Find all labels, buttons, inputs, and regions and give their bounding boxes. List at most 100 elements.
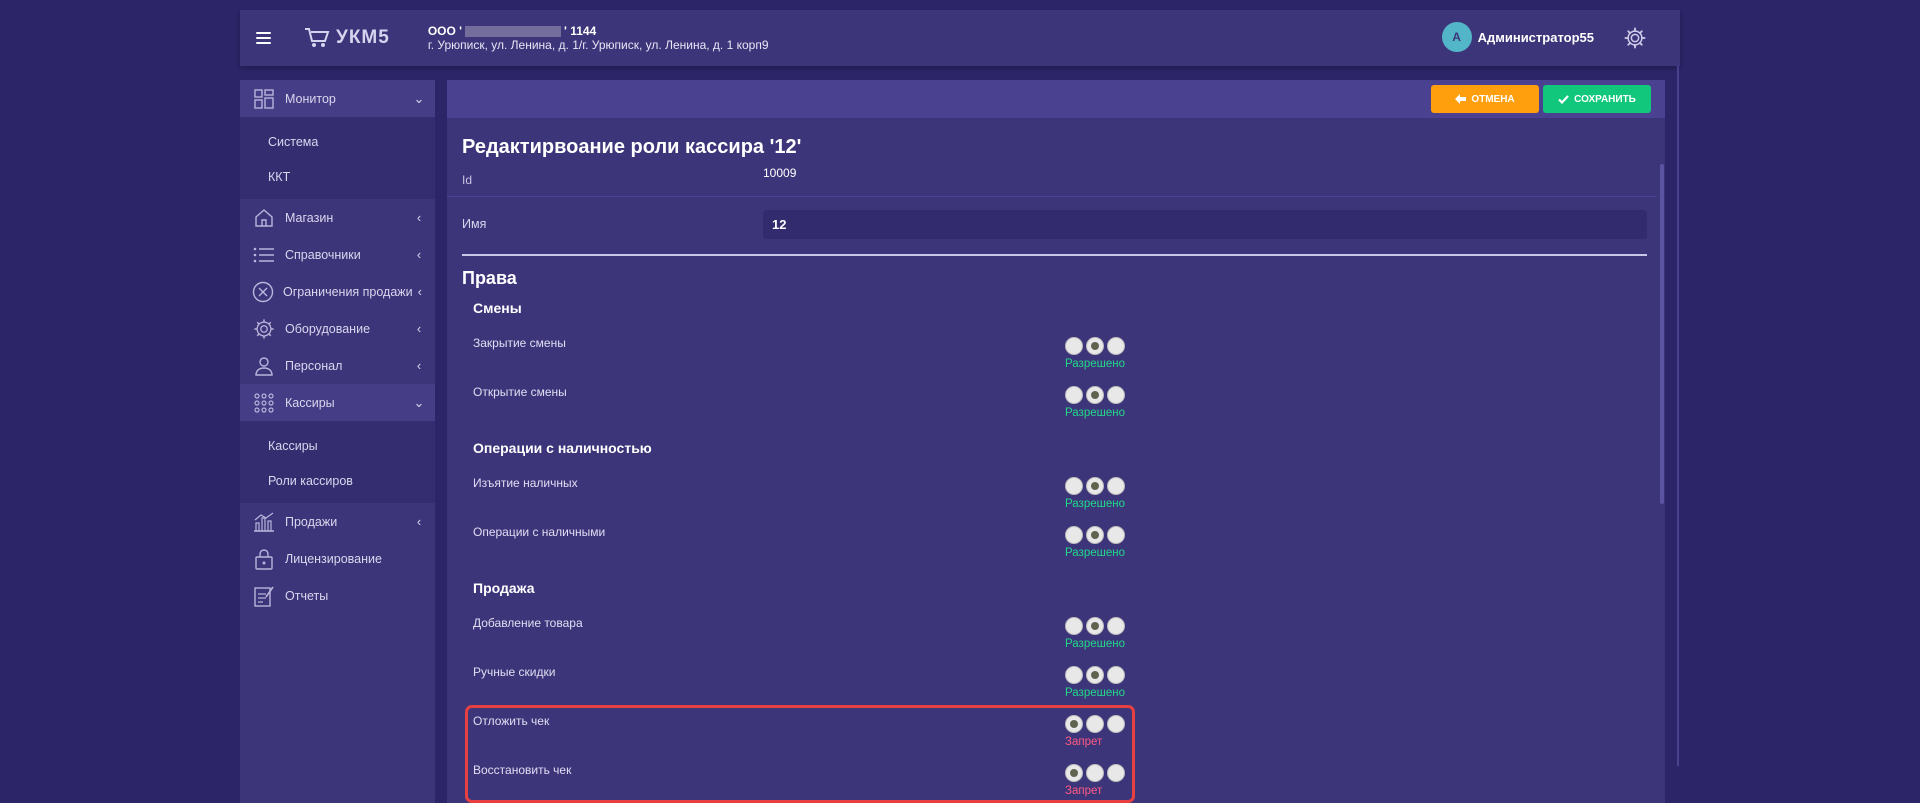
sidebar-item-references[interactable]: Справочники ‹ [240,236,435,273]
radio-option[interactable] [1086,715,1104,733]
radio-option[interactable] [1086,617,1104,635]
sidebar-item-label: Лицензирование [285,551,382,566]
sidebar-item-label: Персонал [285,358,343,373]
sidebar-item-monitor[interactable]: Монитор ⌄ [240,80,435,117]
monitor-submenu: Система ККТ [240,117,435,199]
radio-option[interactable] [1065,617,1083,635]
sidebar-subitem-kkt[interactable]: ККТ [268,170,290,184]
permission-radio-group [1065,477,1125,495]
chevron-down-icon: ⌄ [413,90,425,106]
permission-radio-group [1065,666,1125,684]
radio-option[interactable] [1107,477,1125,495]
settings-gear-icon[interactable] [1624,27,1646,49]
radio-option[interactable] [1065,666,1083,684]
id-label: Id [462,173,473,187]
radio-option[interactable] [1086,526,1104,544]
permission-radio-group [1065,764,1125,782]
organization-name: ООО ' ' 1144 [428,24,769,38]
avatar: А [1441,22,1472,52]
radio-option[interactable] [1086,764,1104,782]
divider [462,254,1647,256]
grid-icon [252,87,276,111]
logo[interactable]: УКМ5 [304,27,390,49]
rights-section-title: Права [462,268,517,288]
radio-option[interactable] [1107,526,1125,544]
scrollbar-thumb[interactable] [1660,164,1664,504]
user-menu[interactable]: А Администратор55 [1441,22,1594,52]
bar-chart-icon [252,510,276,534]
radio-option[interactable] [1107,764,1125,782]
permission-label: Восстановить чек [473,763,572,777]
radio-option[interactable] [1086,666,1104,684]
sidebar-item-equipment[interactable]: Оборудование ‹ [240,310,435,347]
radio-option[interactable] [1065,337,1083,355]
radio-option[interactable] [1107,337,1125,355]
page-edge-line [1677,66,1679,766]
sidebar-item-reports[interactable]: Отчеты [240,577,435,614]
radio-option[interactable] [1107,617,1125,635]
house-icon [252,206,276,230]
save-button-label: СОХРАНИТЬ [1574,93,1636,105]
radio-option[interactable] [1086,386,1104,404]
cancel-button[interactable]: ОТМЕНА [1431,85,1539,113]
permission-status: Разрешено [1065,358,1125,370]
permission-label: Отложить чек [473,714,550,728]
gear-icon [252,317,276,341]
content-toolbar: ОТМЕНА СОХРАНИТЬ [447,80,1665,118]
permission-radio-group [1065,526,1125,544]
sidebar-item-label: Отчеты [285,588,329,603]
sidebar-subitem-system[interactable]: Система [268,135,318,149]
sidebar-item-personnel[interactable]: Персонал ‹ [240,347,435,384]
radio-option[interactable] [1107,666,1125,684]
permission-status: Разрешено [1065,407,1125,419]
arrow-left-icon [1455,94,1467,104]
sidebar-item-sale-restrictions[interactable]: Ограничения продажи ‹ [240,273,435,310]
radio-option[interactable] [1065,477,1083,495]
sidebar-item-licensing[interactable]: Лицензирование [240,540,435,577]
radio-option[interactable] [1065,526,1083,544]
permission-label: Ручные скидки [473,665,556,679]
name-label: Имя [462,217,487,231]
top-bar: УКМ5 ООО ' ' 1144 г. Урюписк, ул. Ленина… [240,10,1680,66]
name-input[interactable] [763,210,1647,239]
sidebar-item-store[interactable]: Магазин ‹ [240,199,435,236]
radio-option[interactable] [1065,764,1083,782]
radio-option[interactable] [1086,477,1104,495]
chevron-down-icon: ⌄ [413,394,425,410]
sidebar-item-label: Кассиры [285,395,335,410]
sidebar-subitem-cashiers[interactable]: Кассиры [268,439,318,453]
sidebar-item-sales[interactable]: Продажи ‹ [240,503,435,540]
radio-option[interactable] [1107,386,1125,404]
permission-radio-group [1065,337,1125,355]
organization-info: ООО ' ' 1144 г. Урюписк, ул. Ленина, д. … [428,24,769,52]
menu-toggle-icon[interactable] [252,28,286,48]
permission-label: Операции с наличными [473,525,606,539]
permission-radio-group [1065,715,1125,733]
sidebar-item-cashiers[interactable]: Кассиры ⌄ [240,384,435,421]
logo-text: УКМ5 [336,27,390,48]
scrollbar[interactable] [1657,118,1665,804]
sidebar: Монитор ⌄ Система ККТ Магазин ‹ Справочн… [240,80,435,804]
org-name-suffix: ' 1144 [564,24,597,38]
sidebar-subitem-cashier-roles[interactable]: Роли кассиров [268,474,353,488]
user-name: Администратор55 [1477,29,1594,45]
permission-label: Изъятие наличных [473,476,578,490]
permission-status: Разрешено [1065,498,1125,510]
divider [447,196,1657,197]
group-title-sale: Продажа [473,580,535,596]
save-button[interactable]: СОХРАНИТЬ [1543,85,1651,113]
radio-option[interactable] [1065,386,1083,404]
permission-status: Разрешено [1065,687,1125,699]
permission-status: Разрешено [1065,547,1125,559]
check-icon [1558,94,1569,104]
id-value: 10009 [763,166,797,180]
sidebar-item-label: Оборудование [285,321,371,336]
permission-radio-group [1065,617,1125,635]
permission-radio-group [1065,386,1125,404]
page-title: Редактирвоание роли кассира '12' [462,136,802,158]
radio-option[interactable] [1065,715,1083,733]
redacted-block [465,25,562,37]
radio-option[interactable] [1086,337,1104,355]
cashiers-submenu: Кассиры Роли кассиров [240,421,435,503]
radio-option[interactable] [1107,715,1125,733]
